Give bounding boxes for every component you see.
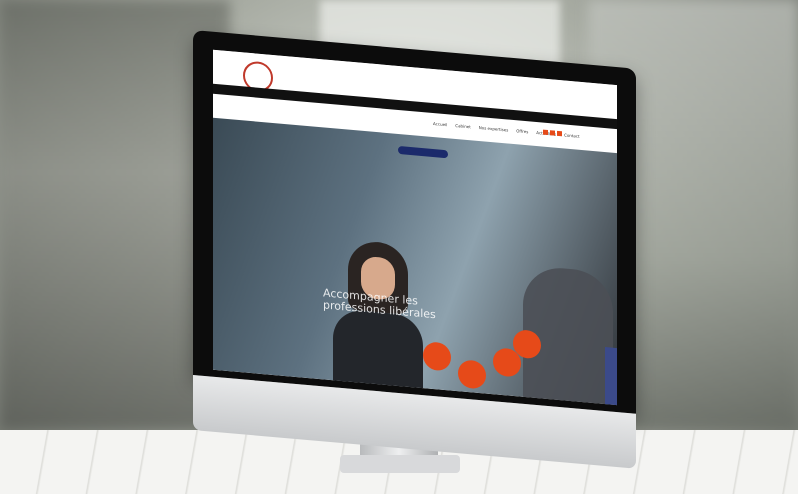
social-icon[interactable] bbox=[550, 130, 555, 136]
social-icon[interactable] bbox=[557, 130, 562, 137]
nav-item[interactable]: Cabinet bbox=[455, 123, 470, 129]
monitor-stand-base bbox=[340, 455, 460, 473]
service-bubble[interactable] bbox=[458, 359, 486, 390]
social-icon[interactable] bbox=[543, 129, 548, 136]
monitor-screen: Accueil Cabinet Nos expertises Offres Ac… bbox=[213, 49, 617, 406]
nav-item[interactable]: Nos expertises bbox=[479, 125, 509, 133]
service-bubble[interactable] bbox=[423, 341, 451, 372]
nav-item[interactable]: Contact bbox=[564, 132, 580, 138]
side-tabs[interactable] bbox=[605, 347, 617, 406]
nav-item[interactable]: Accueil bbox=[433, 121, 447, 127]
desktop-monitor: Accueil Cabinet Nos expertises Offres Ac… bbox=[193, 30, 636, 469]
monitor-bezel: Accueil Cabinet Nos expertises Offres Ac… bbox=[193, 30, 636, 414]
hero-section: Accompagner les professions libérales bbox=[213, 117, 617, 406]
nav-item[interactable]: Offres bbox=[516, 128, 528, 134]
